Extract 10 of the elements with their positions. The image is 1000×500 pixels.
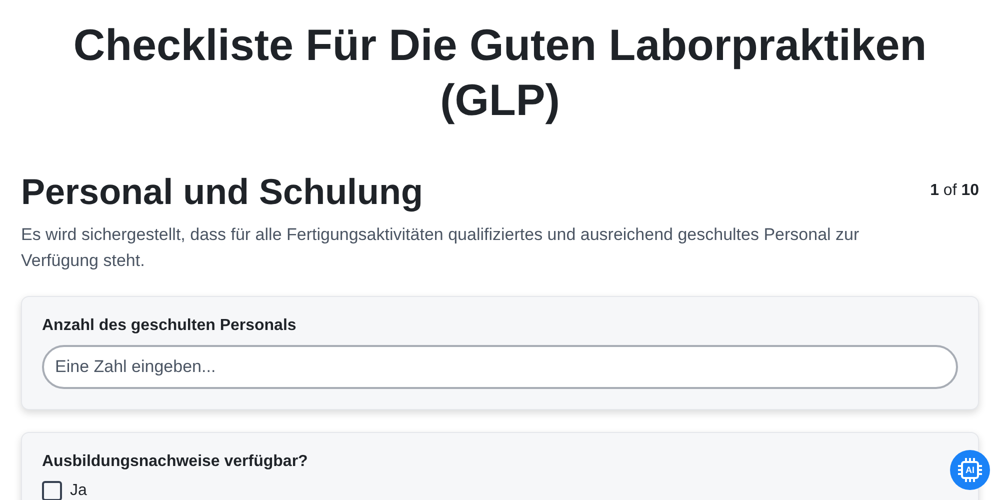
chip-icon bbox=[957, 457, 983, 483]
page-counter: 1 of 10 bbox=[930, 182, 979, 200]
number-input-field[interactable]: Eine Zahl eingeben... bbox=[42, 345, 958, 389]
option-label: Ja bbox=[70, 482, 87, 500]
checkbox[interactable] bbox=[42, 481, 62, 500]
question-label: Ausbildungsnachweise verfügbar? bbox=[42, 453, 309, 471]
page-title: Checkliste Für Die Guten Laborpraktiken (GLP) bbox=[72, 20, 928, 127]
question-label: Anzahl des geschulten Personals bbox=[42, 317, 298, 335]
section-description: Es wird sichergestellt, dass für alle Fertigungsaktivitäten qualifiziertes und ausreichend geschultes Personal zur Verfügung steht. bbox=[21, 224, 860, 272]
section-heading: Personal und Schulung bbox=[21, 170, 424, 214]
